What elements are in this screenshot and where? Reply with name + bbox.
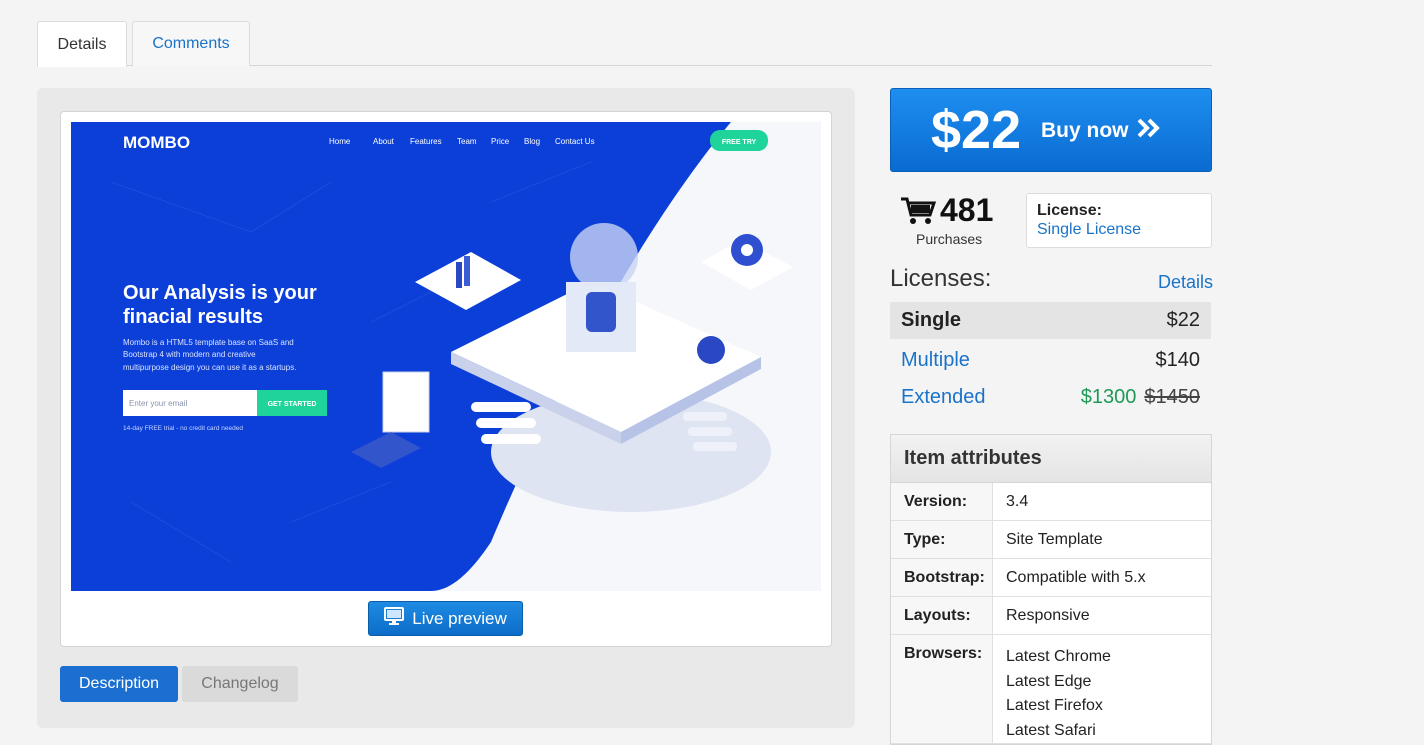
buy-price: $22: [931, 100, 1022, 160]
brand-logo: MOMBO: [123, 133, 190, 152]
shopping-cart-icon: [900, 196, 937, 231]
hero-headline-2: finacial results: [123, 306, 263, 328]
license-price: $140: [1155, 349, 1201, 371]
monitor-icon: [384, 607, 405, 630]
hero-body-2: Bootstrap 4 with modern and creative: [123, 350, 256, 359]
tab-changelog[interactable]: Changelog: [182, 666, 298, 702]
tab-comments[interactable]: Comments: [132, 21, 250, 66]
attr-key: Version:: [891, 483, 993, 520]
double-chevron-right-icon: [1137, 117, 1161, 144]
attributes-title: Item attributes: [891, 435, 1211, 483]
nav-price: Price: [491, 137, 510, 146]
nav-team: Team: [457, 137, 477, 146]
licenses-title: Licenses:: [890, 265, 992, 292]
license-name: Single: [901, 309, 962, 331]
nav-home: Home: [329, 137, 351, 146]
live-preview-button[interactable]: Live preview: [368, 601, 523, 636]
license-name[interactable]: Multiple: [901, 349, 1156, 372]
email-input: Enter your email: [129, 399, 187, 408]
license-old-price: $1450: [1144, 386, 1200, 408]
purchase-count: 481: [940, 192, 994, 228]
hero-body-1: Mombo is a HTML5 template base on SaaS a…: [123, 338, 294, 347]
attr-value: Compatible with 5.x: [1006, 569, 1146, 586]
license-row-single[interactable]: Single $22: [890, 302, 1211, 339]
buy-label: Buy now: [1041, 119, 1129, 142]
licenses-details-link[interactable]: Details: [1158, 272, 1213, 293]
nav-blog: Blog: [524, 137, 540, 146]
purchases-label: Purchases: [916, 231, 983, 247]
table-row: Layouts: Responsive: [891, 597, 1211, 635]
get-started-button: GET STARTED: [268, 401, 317, 408]
license-price: $22: [1166, 309, 1200, 331]
tab-details[interactable]: Details: [37, 21, 127, 67]
license-price: $1300: [1080, 386, 1137, 408]
table-row: Browsers: Latest Chrome Latest Edge Late…: [891, 635, 1211, 744]
attr-value: Responsive: [1006, 607, 1090, 624]
free-try-button: FREE TRY: [722, 139, 757, 146]
license-name[interactable]: Extended: [901, 386, 1081, 409]
table-row: Type: Site Template: [891, 521, 1211, 559]
table-row: Version: 3.4: [891, 483, 1211, 521]
attr-value: Latest Chrome Latest Edge Latest Firefox…: [993, 635, 1211, 743]
license-row-extended[interactable]: Extended $1300 $1450: [890, 379, 1211, 416]
template-screenshot[interactable]: MOMBO Home About Features Team Price Blo…: [71, 122, 821, 591]
license-label: License:: [1037, 202, 1102, 219]
nav-features: Features: [410, 137, 442, 146]
license-row-multiple[interactable]: Multiple $140: [890, 342, 1211, 379]
attr-key: Type:: [891, 521, 993, 558]
attr-value: 3.4: [1006, 493, 1029, 510]
hero-illustration: MOMBO Home About Features Team Price Blo…: [71, 122, 793, 591]
nav-contact: Contact Us: [555, 137, 595, 146]
trial-note: 14-day FREE trial - no credit card neede…: [123, 425, 243, 432]
attr-key: Browsers:: [891, 635, 993, 743]
buy-now-button[interactable]: $22 Buy now: [890, 88, 1212, 172]
attr-value: Site Template: [1006, 531, 1103, 548]
attr-key: Bootstrap:: [891, 559, 993, 596]
nav-about: About: [373, 137, 395, 146]
license-box: License: Single License: [1026, 193, 1212, 248]
item-attributes-table: Item attributes Version: 3.4 Type: Site …: [890, 434, 1212, 745]
license-value-link[interactable]: Single License: [1037, 221, 1201, 239]
tab-description[interactable]: Description: [60, 666, 178, 702]
live-preview-label: Live preview: [412, 608, 507, 628]
hero-body-3: multipurpose design you can use it as a …: [123, 363, 296, 372]
preview-card: MOMBO Home About Features Team Price Blo…: [60, 111, 832, 647]
top-tabs: Details Comments: [37, 21, 1212, 67]
browser-item: Latest Safari: [1006, 721, 1096, 739]
browser-item: Latest Edge: [1006, 672, 1092, 690]
attr-key: Layouts:: [891, 597, 993, 634]
preview-panel: MOMBO Home About Features Team Price Blo…: [37, 88, 855, 728]
table-row: Bootstrap: Compatible with 5.x: [891, 559, 1211, 597]
browser-item: Latest Firefox: [1006, 697, 1103, 714]
hero-headline-1: Our Analysis is your: [123, 282, 317, 304]
browser-item: Latest Chrome: [1006, 648, 1111, 665]
